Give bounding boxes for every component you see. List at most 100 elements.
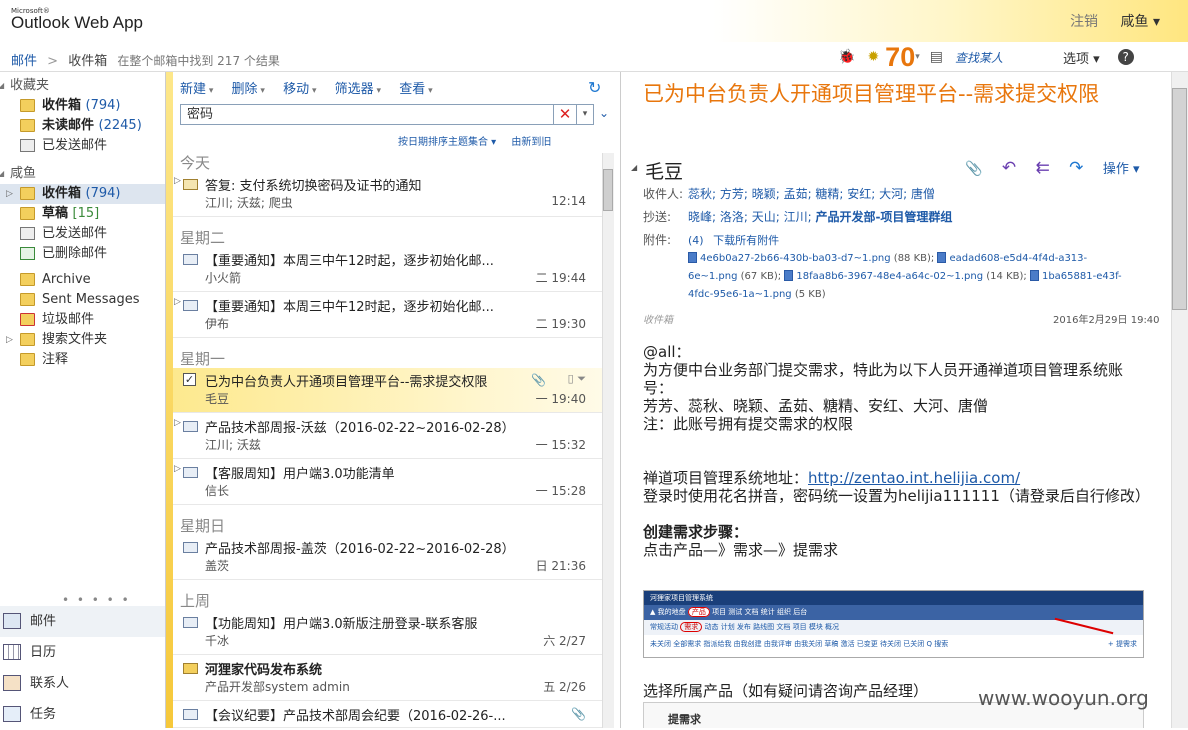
new-button[interactable]: 新建 — [180, 82, 213, 97]
cc-recipients[interactable]: 晓峰; 洛洛; 天山; 江川; 产品开发部-项目管理群组 — [688, 208, 952, 225]
open-mail-icon — [183, 542, 198, 553]
module-tasks[interactable]: 任务 — [0, 699, 165, 730]
move-button[interactable]: 移动 — [283, 82, 316, 97]
cc-label: 抄送: — [643, 210, 672, 224]
options-menu[interactable]: 选项 ▾ — [1063, 48, 1100, 67]
collapse-search-icon[interactable]: ⌄ — [599, 106, 609, 120]
reply-icon[interactable]: ↶ — [1002, 158, 1016, 178]
mail-item-selected[interactable]: ✓ 已为中台负责人开通项目管理平台--需求提交权限 📎 ▯ ⏷ 毛豆 一 19:… — [173, 368, 602, 413]
zentao-link[interactable]: http://zentao.int.helijia.com/ — [808, 469, 1020, 487]
expand-icon[interactable]: ▷ — [174, 418, 181, 428]
user-menu[interactable]: 咸鱼 ▾ — [1121, 14, 1160, 30]
attachment-name[interactable]: 18faa8b6-3967-48e4-a64c-02~1.png — [796, 271, 983, 282]
sent-folder-icon — [20, 139, 35, 152]
search-folders[interactable]: 搜索文件夹 — [0, 330, 165, 350]
list-scroll-thumb[interactable] — [603, 169, 613, 211]
to-recipients[interactable]: 蕊秋; 方芳; 晓颖; 孟茹; 糖精; 安红; 大河; 唐僧 — [688, 185, 935, 202]
sort-order-toggle[interactable]: 由新到旧 — [511, 137, 551, 148]
fav-inbox-count: (794) — [85, 98, 121, 113]
module-contacts[interactable]: 联系人 — [0, 668, 165, 699]
reading-scroll-thumb[interactable] — [1172, 88, 1187, 310]
mail-item-unread[interactable]: 河狸家代码发布系统 产品开发部system admin 五 2/26 — [173, 656, 602, 701]
search-options-dropdown[interactable]: ▾ — [577, 104, 594, 125]
list-scrollbar[interactable] — [602, 153, 614, 728]
png-file-icon — [1029, 270, 1039, 281]
reply-all-icon[interactable]: ⇇ — [1036, 158, 1050, 178]
score-dropdown[interactable]: ▾ — [915, 52, 920, 62]
sent-folder[interactable]: 已发送邮件 — [0, 224, 165, 244]
expand-icon[interactable]: ▷ — [174, 297, 181, 307]
download-all-label[interactable]: 下载所有附件 — [713, 234, 779, 247]
mail-item[interactable]: 【会议纪要】产品技术部周会纪要（2016-02-26-... 📎 — [173, 702, 602, 728]
message-sender[interactable]: 毛豆 — [631, 157, 683, 184]
fav-sent[interactable]: 已发送邮件 — [0, 136, 165, 156]
drafts-folder[interactable]: 草稿 [15] — [0, 204, 165, 224]
gadget-icon[interactable]: ✹ — [867, 49, 879, 65]
attachment-icon[interactable]: 📎 — [965, 161, 982, 177]
mail-item[interactable]: ▷ 【客服周知】用户端3.0功能清单 信长 一 15:28 — [173, 460, 602, 505]
find-someone-link[interactable]: 查找某人 — [955, 49, 1003, 66]
module-mail[interactable]: 邮件 — [0, 606, 165, 637]
cc-names[interactable]: 晓峰; 洛洛; 天山; 江川; — [688, 210, 812, 224]
body-login: 登录时使用花名拼音，密码统一设置为helijia111111（请登录后自行修改） — [643, 487, 1150, 505]
message-folder: 收件箱 — [643, 315, 673, 326]
body-steps-title: 创建需求步骤： — [643, 523, 749, 541]
flag-icons[interactable]: ▯ ⏷ — [568, 372, 586, 386]
mail-item[interactable]: ▷ 【重要通知】本周三中午12时起，逐步初始化邮... 伊布 二 19:30 — [173, 293, 602, 338]
attachment-name[interactable]: 4e6b0a27-2b66-430b-ba03-d7~1.png — [700, 253, 891, 264]
folder-icon — [20, 293, 35, 306]
module-calendar[interactable]: 日历 — [0, 637, 165, 668]
expand-icon[interactable]: ▷ — [174, 464, 181, 474]
notes-folder[interactable]: 注释 — [0, 350, 165, 370]
sort-by-dropdown[interactable]: 按日期排序主题集合 ▾ — [398, 137, 496, 148]
junk-folder[interactable]: 垃圾邮件 — [0, 310, 165, 330]
signout-link[interactable]: 注销 — [1070, 14, 1098, 30]
notes-icon — [20, 353, 35, 366]
forward-icon[interactable]: ↷ — [1069, 158, 1083, 178]
calendar-icon — [3, 644, 21, 660]
list-accent-bar — [166, 72, 173, 728]
refresh-icon[interactable]: ↻ — [588, 78, 601, 97]
shot-filter-row: 未关闭 全部需求 指派给我 由我创建 由我评审 由我关闭 草稿 激活 已变更 待… — [650, 640, 949, 648]
attachment-item[interactable]: 18faa8b6-3967-48e4-a64c-02~1.png (14 KB)… — [784, 270, 1027, 282]
drafts-count: [15] — [72, 206, 100, 221]
drafts-label: 草稿 — [42, 206, 69, 221]
mail-item[interactable]: ▷ 答复: 支付系统切换密码及证书的通知 江川; 沃兹; 爬虫 12:14 — [173, 172, 602, 217]
mailbox-header[interactable]: 咸鱼 — [0, 164, 165, 184]
mail-item[interactable]: 【重要通知】本周三中午12时起，逐步初始化邮... 小火箭 二 19:44 — [173, 247, 602, 292]
mail-item[interactable]: 产品技术部周报-盖茨（2016-02-22~2016-02-28） 盖茨 日 2… — [173, 535, 602, 580]
address-book-icon[interactable]: ▤ — [930, 49, 943, 65]
user-area: 注销 咸鱼 ▾ — [1052, 11, 1160, 31]
folder-pane: 收藏夹 收件箱 (794) 未读邮件 (2245) 已发送邮件 咸鱼 收件箱 (… — [0, 72, 166, 728]
expand-icon[interactable]: ▷ — [174, 176, 181, 186]
view-button[interactable]: 查看 — [399, 82, 432, 97]
select-checkbox[interactable]: ✓ — [183, 373, 196, 386]
archive-folder[interactable]: Archive — [0, 270, 165, 290]
delete-button[interactable]: 删除 — [232, 82, 265, 97]
sent-messages-folder[interactable]: Sent Messages — [0, 290, 165, 310]
actions-menu[interactable]: 操作 ▾ — [1103, 162, 1140, 177]
breadcrumb-mail[interactable]: 邮件 — [11, 54, 37, 69]
cc-group[interactable]: 产品开发部-项目管理群组 — [815, 210, 952, 224]
bug-icon[interactable]: 🐞 — [838, 49, 855, 65]
fav-unread[interactable]: 未读邮件 (2245) — [0, 116, 165, 136]
breadcrumb: 邮件 > 收件箱 在整个邮箱中找到 217 个结果 — [11, 50, 280, 69]
clear-search-icon[interactable]: ✕ — [554, 104, 577, 125]
filter-button[interactable]: 筛选器 — [335, 82, 381, 97]
mail-item[interactable]: ▷ 产品技术部周报-沃兹（2016-02-22~2016-02-28） 江川; … — [173, 414, 602, 459]
search-input[interactable]: 密码 — [180, 104, 554, 125]
help-icon[interactable]: ? — [1117, 49, 1134, 65]
deleted-folder[interactable]: 已删除邮件 — [0, 244, 165, 264]
sent-folder-icon — [20, 227, 35, 240]
mail-time: 一 15:28 — [535, 484, 586, 498]
attachment-item[interactable]: 4e6b0a27-2b66-430b-ba03-d7~1.png (88 KB)… — [688, 252, 934, 264]
score-badge[interactable]: 70 — [885, 42, 915, 73]
junk-label: 垃圾邮件 — [42, 312, 95, 327]
mail-subject: 产品技术部周报-沃兹（2016-02-22~2016-02-28） — [205, 421, 515, 436]
fav-inbox[interactable]: 收件箱 (794) — [0, 96, 165, 116]
pane-resize-handle[interactable]: • • • • • — [62, 593, 131, 607]
favorites-header[interactable]: 收藏夹 — [0, 76, 165, 96]
inbox-folder[interactable]: 收件箱 (794) — [0, 184, 165, 204]
download-all-link[interactable]: (4) 下载所有附件 — [688, 232, 779, 248]
mail-item[interactable]: 【功能周知】用户端3.0新版注册登录-联系客服 千冰 六 2/27 — [173, 610, 602, 655]
